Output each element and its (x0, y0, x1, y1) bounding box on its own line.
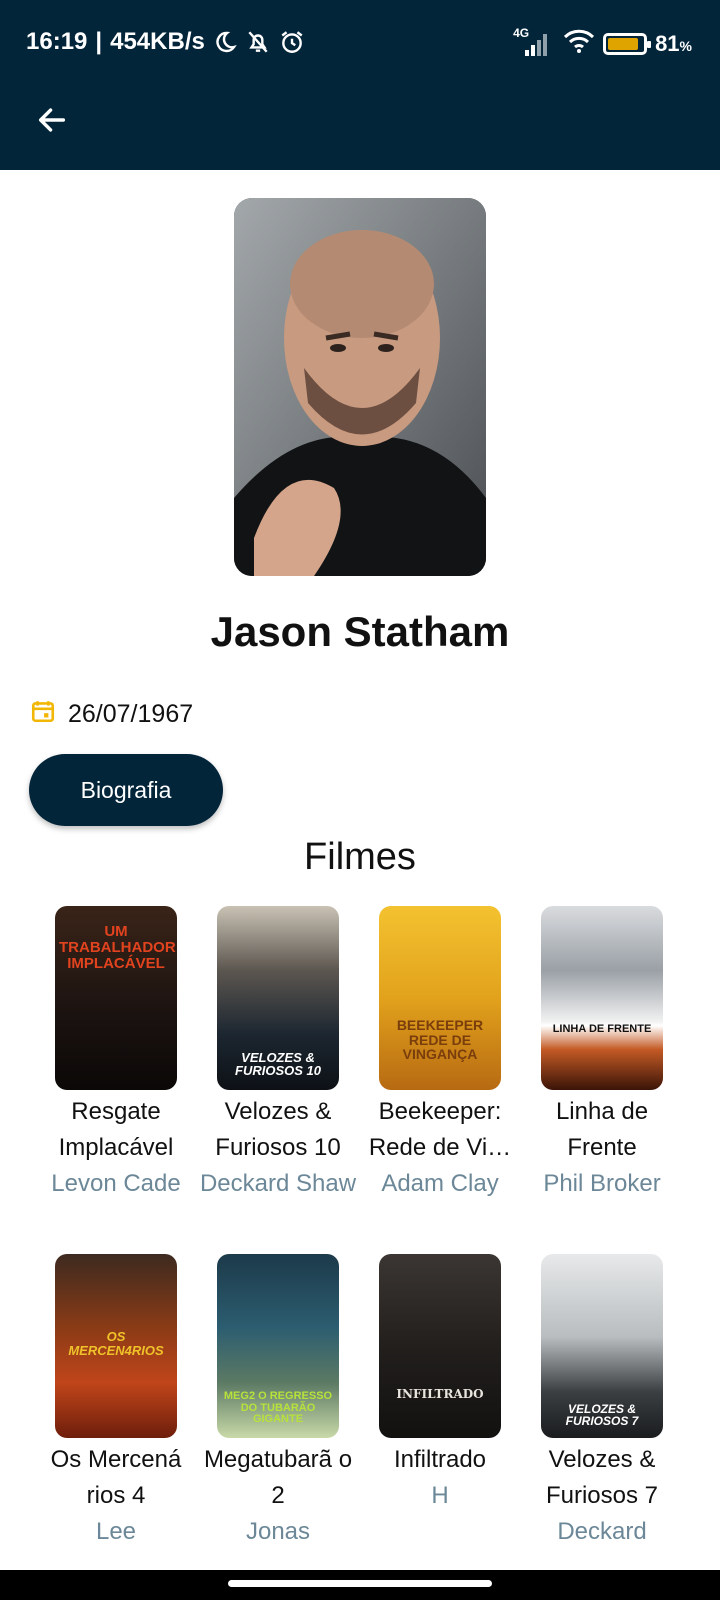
movie-title: Megatubarã o 2 (203, 1446, 353, 1509)
movie-poster: VELOZES & FURIOSOS 7 (541, 1254, 663, 1438)
movie-card[interactable]: BEEKEEPER REDE DE VINGANÇA Beekeeper: Re… (359, 906, 521, 1202)
profile-photo (234, 198, 486, 576)
movie-poster: VELOZES & FURIOSOS 10 (217, 906, 339, 1090)
movie-title: Resgate Implacável (58, 1098, 174, 1161)
status-time: 16:19 (26, 28, 88, 55)
movie-poster: OS MERCEN4RIOS (55, 1254, 177, 1438)
alarm-icon (279, 29, 305, 55)
movie-poster: BEEKEEPER REDE DE VINGANÇA (379, 906, 501, 1090)
birth-date: 26/07/1967 (68, 700, 194, 728)
back-button[interactable] (30, 98, 74, 142)
home-indicator[interactable] (228, 1580, 492, 1587)
movie-title: Infiltrado (393, 1446, 487, 1473)
battery-icon (603, 33, 652, 55)
movie-role: Phil Broker (543, 1170, 661, 1197)
movie-role: Lee (95, 1518, 137, 1545)
movie-role: Deckard Shaw (199, 1170, 357, 1197)
movie-card[interactable]: VELOZES & FURIOSOS 7 Velozes & Furiosos … (521, 1254, 683, 1550)
movie-title: Os Mercená rios 4 (50, 1446, 182, 1509)
movie-poster: MEG2 O REGRESSO DO TUBARÃO GIGANTE (217, 1254, 339, 1438)
movies-section-title: Filmes (304, 836, 416, 878)
birth-date-row: 26/07/1967 (30, 698, 193, 731)
movie-card[interactable]: MEG2 O REGRESSO DO TUBARÃO GIGANTE Megat… (197, 1254, 359, 1550)
movie-role: H (431, 1482, 449, 1509)
arrow-back-icon (38, 108, 66, 132)
status-left: 16:19 | 454KB/s (26, 28, 305, 56)
biography-button[interactable]: Biografia (29, 754, 223, 826)
movie-card[interactable]: UM TRABALHADOR IMPLACÁVEL Resgate Implac… (35, 906, 197, 1202)
movie-card[interactable]: OS MERCEN4RIOS Os Mercená rios 4 Lee (35, 1254, 197, 1550)
calendar-icon (30, 698, 56, 731)
movie-card[interactable]: VELOZES & FURIOSOS 10 Velozes & Furiosos… (197, 906, 359, 1202)
moon-icon (213, 30, 237, 54)
movie-title: Beekeeper: Rede de Vi… (368, 1098, 512, 1161)
person-name: Jason Statham (210, 608, 510, 655)
movie-card[interactable]: LINHA DE FRENTE Linha de Frente Phil Bro… (521, 906, 683, 1202)
battery-level: 81% (655, 31, 692, 56)
movie-role: Jonas (245, 1518, 311, 1545)
status-separator: | (95, 28, 103, 55)
movie-title: Velozes & Furiosos 10 (215, 1098, 341, 1161)
movie-card[interactable]: INFILTRADO Infiltrado H (359, 1254, 521, 1514)
movie-role: Deckard (557, 1518, 647, 1545)
status-bar: 16:19 | 454KB/s 4G 81% (0, 0, 720, 86)
wifi-icon (563, 28, 595, 60)
movie-poster: INFILTRADO (379, 1254, 501, 1438)
movie-poster: LINHA DE FRENTE (541, 906, 663, 1090)
movie-title: Linha de Frente (555, 1098, 649, 1161)
movie-poster: UM TRABALHADOR IMPLACÁVEL (55, 906, 177, 1090)
movie-title: Velozes & Furiosos 7 (545, 1446, 659, 1509)
gesture-bar (0, 1570, 720, 1600)
status-speed: 454KB/s (110, 28, 205, 55)
mute-bell-icon (245, 29, 271, 55)
cellular-signal-icon: 4G (513, 26, 555, 58)
movie-role: Adam Clay (381, 1170, 499, 1197)
movie-role: Levon Cade (51, 1170, 181, 1197)
status-right: 4G 81% (513, 26, 692, 60)
